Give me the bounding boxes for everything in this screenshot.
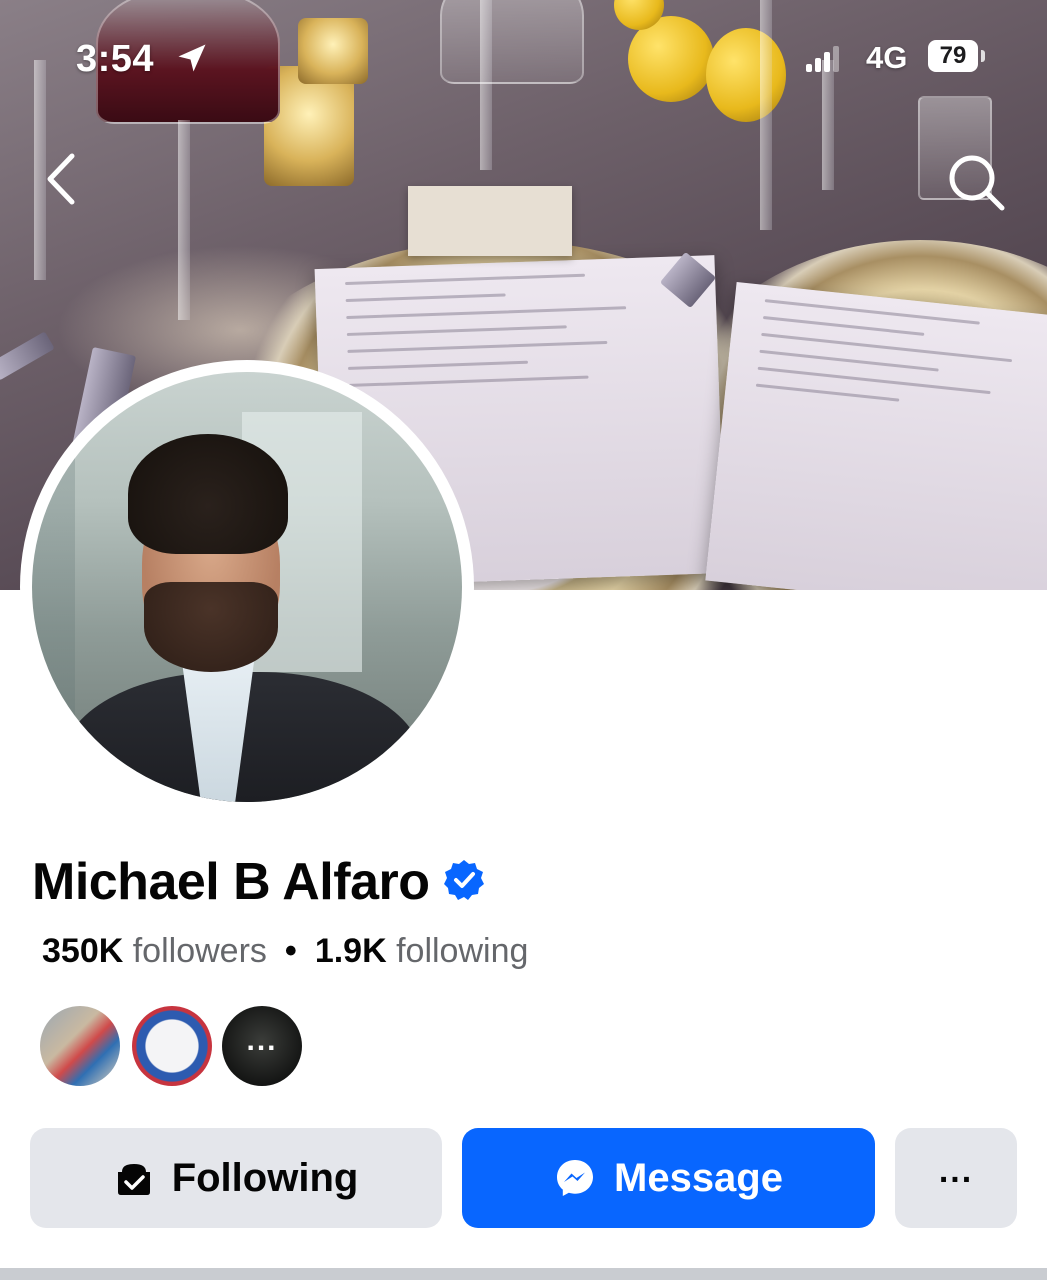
- avatar-hair: [128, 434, 288, 554]
- message-button[interactable]: Message: [462, 1128, 875, 1228]
- battery-level: 79: [928, 40, 978, 72]
- profile-avatar[interactable]: [20, 360, 474, 814]
- profile-stats: 350K followers • 1.9K following: [42, 932, 528, 971]
- cover-cutlery: [0, 331, 55, 381]
- profile-name-row: Michael B Alfaro: [32, 850, 486, 914]
- following-count: 1.9K: [314, 932, 387, 970]
- mutual-friends-more[interactable]: ...: [222, 1006, 302, 1086]
- status-bar: 3:54 4G 79: [0, 0, 1047, 120]
- message-button-label: Message: [614, 1155, 783, 1200]
- network-type: 4G: [866, 40, 908, 75]
- more-friends-label: ...: [246, 1024, 278, 1057]
- messenger-icon: [557, 1160, 593, 1196]
- stats-separator: •: [284, 932, 297, 970]
- avatar-beard: [144, 582, 278, 672]
- search-icon: [949, 155, 1005, 211]
- avatar-photo: [32, 372, 462, 802]
- battery-tip: [981, 50, 985, 62]
- following-check-icon: [117, 1164, 150, 1195]
- search-button[interactable]: [940, 146, 1010, 216]
- cover-menu-card: [705, 282, 1047, 590]
- more-options-label: ...: [938, 1151, 974, 1190]
- status-time: 3:54: [76, 38, 155, 80]
- verified-badge-icon[interactable]: [442, 858, 486, 902]
- following-link[interactable]: 1.9K following: [315, 932, 529, 970]
- mutual-friend-avatar[interactable]: [132, 1006, 212, 1086]
- chevron-left-icon: [47, 153, 75, 205]
- cover-place-card: [408, 186, 572, 256]
- following-button-label: Following: [171, 1155, 359, 1200]
- back-button[interactable]: [32, 146, 92, 212]
- following-label: following: [396, 932, 529, 970]
- followers-count: 350K: [42, 932, 124, 970]
- following-button[interactable]: Following: [30, 1128, 442, 1228]
- followers-link[interactable]: 350K followers: [42, 932, 267, 970]
- profile-name: Michael B Alfaro: [32, 853, 430, 911]
- more-options-button[interactable]: ...: [895, 1128, 1017, 1228]
- location-arrow-icon: [178, 44, 206, 72]
- cover-glass-stem: [178, 120, 190, 320]
- mutual-friend-avatar[interactable]: [40, 1006, 120, 1086]
- section-divider: [0, 1268, 1047, 1280]
- signal-icon: [806, 46, 839, 72]
- followers-label: followers: [132, 932, 267, 970]
